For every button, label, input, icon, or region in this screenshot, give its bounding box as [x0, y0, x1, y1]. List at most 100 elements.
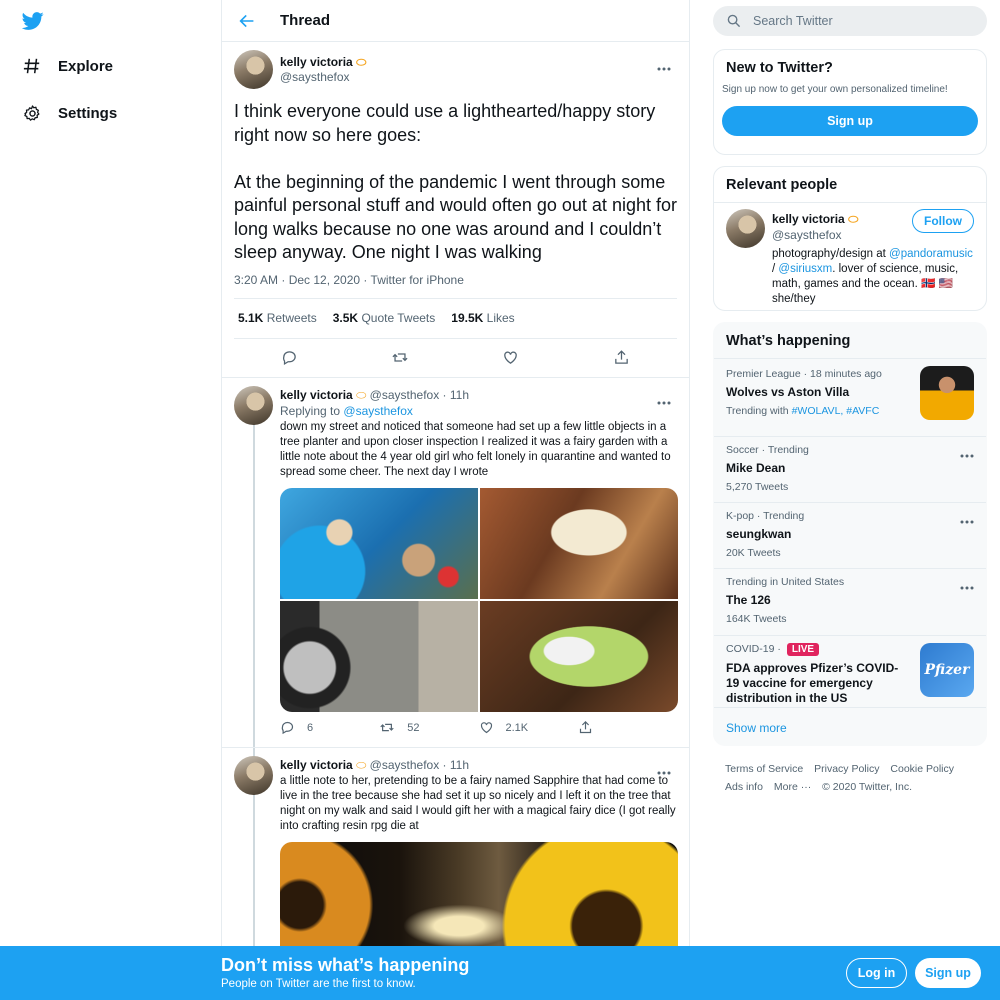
tweet-text: I think everyone could use a lighthearte… [234, 101, 677, 262]
author-name[interactable]: kelly victoria [280, 388, 353, 402]
login-button[interactable]: Log in [846, 958, 907, 988]
share-icon[interactable] [566, 349, 677, 366]
author-handle[interactable]: @saysthefox [370, 758, 440, 772]
bio-link-siriusxm[interactable]: @siriusxm [778, 263, 832, 275]
trend-title: Mike Dean [726, 461, 786, 475]
retweet-button[interactable]: 52 [379, 720, 478, 735]
tweet-actions [234, 339, 677, 377]
footer-copyright: © 2020 Twitter, Inc. [822, 781, 912, 793]
main-tweet: kelly victoria ⬭ @saysthefox I think eve… [222, 50, 689, 377]
orange-badge-icon: ⬭ [356, 55, 367, 69]
photo-grid [280, 487, 678, 712]
thread-connector [253, 421, 255, 762]
more-options-icon[interactable] [657, 762, 677, 774]
orange-badge-icon: ⬭ [356, 387, 367, 402]
footer-terms[interactable]: Terms of Service [725, 763, 803, 775]
reply-count: 6 [307, 721, 314, 734]
more-options-icon[interactable] [960, 577, 974, 595]
trend-item[interactable]: Premier League · 18 minutes ago Wolves v… [714, 358, 986, 436]
like-count: 2.1K [505, 721, 529, 734]
reply-header: kelly victoria ⬭ @saysthefox · 11h [280, 378, 677, 403]
more-options-icon[interactable] [960, 445, 974, 463]
retweet-count: 52 [407, 721, 420, 734]
avatar[interactable] [234, 385, 273, 425]
trend-hashtags[interactable]: #WOLAVL, #AVFC [792, 405, 880, 417]
relevant-person[interactable]: kelly victoria ⬭ @saysthefox Follow phot… [714, 203, 986, 305]
replying-to: Replying to @saysthefox [280, 403, 413, 418]
relevant-people-title: Relevant people [726, 177, 838, 193]
search-box[interactable] [713, 6, 987, 36]
reply-time[interactable]: · 11h [443, 758, 469, 772]
nav-explore[interactable]: Explore [22, 50, 113, 82]
person-name[interactable]: kelly victoria ⬭ [772, 212, 858, 227]
signup-button[interactable]: Sign up [722, 106, 978, 136]
thread-header: Thread [222, 0, 689, 42]
bottom-signup-button[interactable]: Sign up [915, 958, 981, 988]
avatar[interactable] [234, 755, 273, 795]
likes-stat[interactable]: 19.5K Likes [451, 311, 514, 325]
twitter-logo-icon[interactable] [21, 10, 44, 32]
footer-privacy[interactable]: Privacy Policy [814, 763, 879, 775]
back-arrow-icon[interactable] [237, 11, 257, 31]
trend-image[interactable] [920, 366, 974, 420]
trend-title: The 126 [726, 593, 771, 607]
trend-item[interactable]: Soccer · Trending Mike Dean 5,270 Tweets [714, 436, 986, 502]
photo-fairy-letter[interactable] [480, 600, 678, 712]
whats-happening-title: What’s happening [726, 333, 851, 349]
trend-category: Trending in United States [726, 576, 845, 588]
tweet-stats: 5.1K Retweets 3.5K Quote Tweets 19.5K Li… [234, 299, 677, 339]
bottom-bar-subtitle: People on Twitter are the first to know. [221, 978, 416, 990]
footer-links: Terms of Service Privacy Policy Cookie P… [725, 760, 975, 796]
reply-icon[interactable] [234, 349, 345, 366]
avatar[interactable] [726, 209, 765, 248]
photo-tree-planter[interactable] [280, 600, 478, 712]
orange-badge-icon: ⬭ [848, 212, 859, 226]
quotes-stat[interactable]: 3.5K Quote Tweets [333, 311, 436, 325]
photo-fairy-garden[interactable] [280, 487, 478, 599]
search-input[interactable] [753, 14, 953, 28]
follow-button[interactable]: Follow [912, 209, 974, 233]
author-handle[interactable]: @saysthefox [370, 388, 440, 402]
avatar[interactable] [234, 50, 273, 89]
like-icon[interactable] [456, 349, 567, 366]
whats-happening-card: What’s happening Premier League · 18 min… [713, 322, 987, 746]
reply-button[interactable]: 6 [280, 720, 379, 735]
page: Explore Settings Thread kelly victoria ⬭… [0, 0, 1000, 1000]
more-options-icon[interactable] [657, 58, 677, 71]
search-icon [727, 14, 741, 28]
like-icon [480, 722, 492, 734]
trend-item[interactable]: COVID-19 · LIVE FDA approves Pfizer’s COV… [714, 635, 986, 707]
like-button[interactable]: 2.1K [479, 720, 578, 735]
author-name[interactable]: kelly victoria [280, 758, 353, 772]
tweet-timestamp[interactable]: 3:20 AM · Dec 12, 2020 · Twitter for iPh… [234, 273, 677, 299]
more-options-icon[interactable] [657, 392, 677, 404]
trend-item[interactable]: Trending in United States The 126 164K T… [714, 568, 986, 635]
show-more-link[interactable]: Show more [714, 707, 986, 748]
photo-note-on-tree[interactable] [480, 487, 678, 599]
nav-explore-label: Explore [58, 57, 114, 75]
author-name[interactable]: kelly victoria ⬭ [280, 55, 366, 70]
main-tweet-header: kelly victoria ⬭ @saysthefox [234, 50, 677, 98]
reply-tweet[interactable]: kelly victoria ⬭ @saysthefox · 11h Reply… [222, 376, 689, 762]
footer-ads[interactable]: Ads info [725, 781, 763, 793]
more-options-icon[interactable] [960, 511, 974, 529]
nav-settings[interactable]: Settings [22, 97, 117, 129]
person-handle[interactable]: @saysthefox [772, 228, 842, 242]
author-handle[interactable]: @saysthefox [280, 70, 350, 84]
retweet-icon [380, 723, 394, 732]
page-title: Thread [280, 12, 331, 29]
trend-item[interactable]: K-pop · Trending seungkwan 20K Tweets [714, 502, 986, 568]
footer-more[interactable]: More ··· [774, 781, 811, 793]
retweet-icon[interactable] [345, 349, 456, 366]
trend-image[interactable]: Pfizer [920, 643, 974, 697]
trend-title: seungkwan [726, 527, 792, 541]
footer-cookie[interactable]: Cookie Policy [890, 763, 954, 775]
trend-title: FDA approves Pfizer’s COVID-19 vaccine f… [726, 661, 899, 705]
new-to-twitter-title: New to Twitter? [726, 60, 833, 76]
reply-time[interactable]: · 11h [443, 388, 469, 402]
live-badge: LIVE [786, 643, 820, 656]
retweets-stat[interactable]: 5.1K Retweets [238, 311, 317, 325]
replying-to-link[interactable]: @saysthefox [343, 404, 413, 418]
share-button[interactable] [578, 720, 677, 735]
bio-link-pandoramusic[interactable]: @pandoramusic [889, 248, 973, 260]
